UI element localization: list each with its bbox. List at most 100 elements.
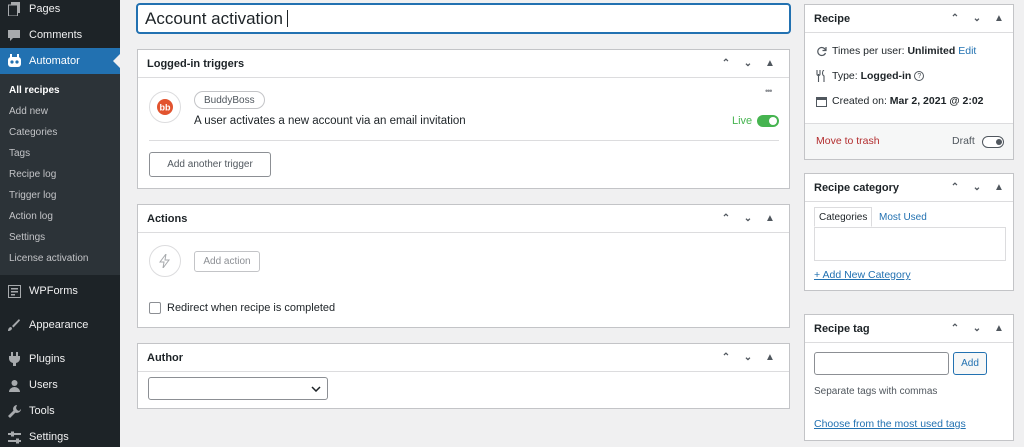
more-options-icon[interactable]: ••• — [765, 86, 773, 96]
automator-submenu: All recipes Add new Categories Tags Reci… — [0, 74, 120, 275]
tools-icon — [6, 403, 22, 419]
move-up-icon[interactable]: ⌃ — [715, 58, 737, 69]
move-up-icon[interactable]: ⌃ — [944, 13, 966, 24]
times-edit-link[interactable]: Edit — [958, 45, 976, 57]
menu-label: Appearance — [29, 319, 89, 331]
recipe-title-input[interactable]: Account activation — [137, 4, 790, 33]
move-up-icon[interactable]: ⌃ — [944, 323, 966, 334]
integration-badge: BuddyBoss — [194, 91, 265, 109]
actions-title: Actions — [147, 212, 188, 225]
move-down-icon[interactable]: ⌄ — [966, 13, 988, 24]
menu-label: Automator — [29, 55, 80, 67]
created-label: Created on: — [832, 95, 887, 107]
move-up-icon[interactable]: ⌃ — [944, 182, 966, 193]
collapse-icon[interactable]: ▲ — [759, 58, 781, 69]
live-toggle[interactable] — [757, 115, 780, 127]
tab-categories[interactable]: Categories — [814, 207, 873, 227]
chevron-down-icon — [311, 385, 321, 392]
submenu-license-activation[interactable]: License activation — [0, 248, 120, 269]
recipe-box-header: Recipe ⌃ ⌄ ▲ — [805, 5, 1013, 33]
move-down-icon[interactable]: ⌄ — [737, 213, 759, 224]
recipe-title-value: Account activation — [145, 9, 283, 28]
menu-item-appearance[interactable]: Appearance — [0, 312, 120, 338]
appearance-icon — [6, 317, 22, 333]
type-value: Logged-in — [860, 70, 912, 82]
bolt-icon — [159, 254, 170, 268]
choose-tags-link[interactable]: Choose from the most used tags — [814, 418, 966, 430]
move-up-icon[interactable]: ⌃ — [715, 352, 737, 363]
author-select[interactable] — [148, 377, 328, 400]
submenu-tags[interactable]: Tags — [0, 143, 120, 164]
redirect-label: Redirect when recipe is completed — [167, 302, 336, 314]
type-label: Type: — [832, 70, 858, 82]
redirect-checkbox[interactable] — [149, 302, 161, 314]
pages-icon — [6, 1, 22, 17]
admin-sidebar: Pages Comments Automator All recipes Add… — [0, 0, 120, 447]
submenu-settings[interactable]: Settings — [0, 227, 120, 248]
menu-item-wpforms[interactable]: WPForms — [0, 278, 120, 304]
recipe-box: Recipe ⌃ ⌄ ▲ Times per user: Unlimited E… — [804, 4, 1014, 160]
menu-item-automator[interactable]: Automator — [0, 48, 120, 74]
tag-title: Recipe tag — [814, 322, 870, 335]
draft-toggle[interactable] — [982, 136, 1004, 148]
collapse-icon[interactable]: ▲ — [988, 13, 1010, 24]
menu-label: Users — [29, 379, 58, 391]
move-to-trash-link[interactable]: Move to trash — [816, 135, 880, 147]
collapse-icon[interactable]: ▲ — [759, 213, 781, 224]
menu-item-tools[interactable]: Tools — [0, 398, 120, 424]
add-new-category-link[interactable]: + Add New Category — [814, 269, 911, 281]
triggers-box-header: Logged-in triggers ⌃ ⌄ ▲ — [138, 50, 789, 78]
author-title: Author — [147, 351, 184, 364]
redirect-option: Redirect when recipe is completed — [149, 302, 335, 314]
menu-item-plugins[interactable]: Plugins — [0, 346, 120, 372]
add-another-trigger-button[interactable]: Add another trigger — [149, 152, 271, 177]
recipe-title: Recipe — [814, 12, 851, 25]
tag-hint: Separate tags with commas — [814, 386, 938, 397]
menu-item-settings[interactable]: Settings — [0, 424, 120, 447]
tag-box: Recipe tag ⌃ ⌄ ▲ Add Separate tags with … — [804, 314, 1014, 441]
actions-box-header: Actions ⌃ ⌄ ▲ — [138, 205, 789, 233]
submenu-add-new[interactable]: Add new — [0, 101, 120, 122]
move-down-icon[interactable]: ⌄ — [966, 323, 988, 334]
author-box: Author ⌃ ⌄ ▲ — [137, 343, 790, 409]
menu-item-comments[interactable]: Comments — [0, 22, 120, 48]
menu-label: Plugins — [29, 353, 66, 365]
utensils-icon — [816, 70, 828, 82]
trigger-status: Live — [732, 115, 780, 127]
collapse-icon[interactable]: ▲ — [759, 352, 781, 363]
menu-label: Tools — [29, 405, 55, 417]
type-row: Type: Logged-in ? — [816, 70, 925, 82]
category-list[interactable] — [814, 227, 1006, 261]
divider — [149, 140, 779, 141]
move-down-icon[interactable]: ⌄ — [737, 58, 759, 69]
refresh-icon — [816, 46, 828, 57]
help-icon[interactable]: ? — [914, 71, 925, 81]
tag-input[interactable] — [814, 352, 949, 375]
triggers-title: Logged-in triggers — [147, 57, 245, 70]
submenu-action-log[interactable]: Action log — [0, 206, 120, 227]
menu-item-pages[interactable]: Pages — [0, 0, 120, 22]
menu-label: WPForms — [29, 285, 78, 297]
move-down-icon[interactable]: ⌄ — [737, 352, 759, 363]
submenu-categories[interactable]: Categories — [0, 122, 120, 143]
wpforms-icon — [6, 283, 22, 299]
submenu-recipe-log[interactable]: Recipe log — [0, 164, 120, 185]
collapse-icon[interactable]: ▲ — [988, 323, 1010, 334]
comments-icon — [6, 27, 22, 43]
move-down-icon[interactable]: ⌄ — [966, 182, 988, 193]
collapse-icon[interactable]: ▲ — [988, 182, 1010, 193]
submenu-all-recipes[interactable]: All recipes — [0, 80, 120, 101]
trigger-sentence[interactable]: A user activates a new account via an em… — [194, 115, 466, 127]
author-box-header: Author ⌃ ⌄ ▲ — [138, 344, 789, 372]
tag-box-header: Recipe tag ⌃ ⌄ ▲ — [805, 315, 1013, 343]
action-placeholder — [149, 245, 181, 277]
menu-item-users[interactable]: Users — [0, 372, 120, 398]
move-up-icon[interactable]: ⌃ — [715, 213, 737, 224]
submenu-trigger-log[interactable]: Trigger log — [0, 185, 120, 206]
draft-label: Draft — [952, 135, 975, 147]
add-action-button[interactable]: Add action — [194, 251, 260, 272]
svg-text:bb: bb — [160, 103, 171, 113]
times-per-user-row: Times per user: Unlimited Edit — [816, 45, 976, 57]
add-tag-button[interactable]: Add — [953, 352, 987, 375]
tab-most-used[interactable]: Most Used — [879, 207, 927, 227]
